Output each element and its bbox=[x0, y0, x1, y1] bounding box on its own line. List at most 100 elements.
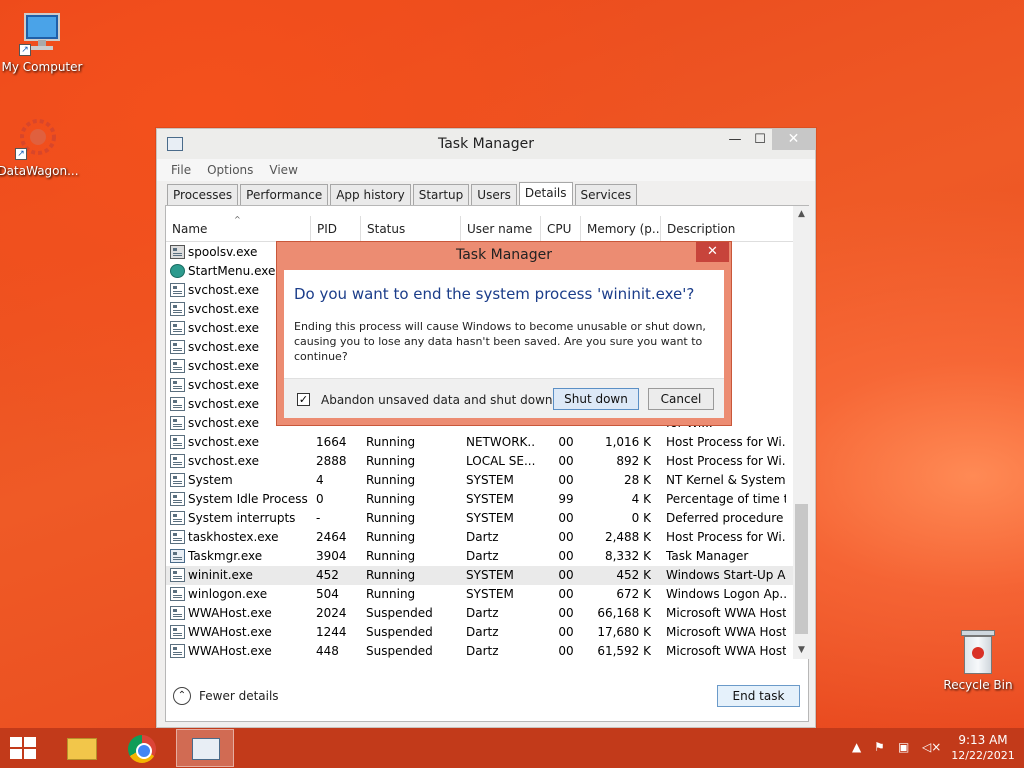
table-row[interactable]: svchost.exe 1664 Running NETWORK... 00 1,016 … bbox=[166, 433, 793, 452]
clock-date: 12/22/2021 bbox=[951, 749, 1015, 762]
process-cpu: 99 bbox=[558, 492, 574, 506]
process-description: Windows Logon Ap... bbox=[666, 587, 786, 601]
vertical-scrollbar[interactable]: ▲ ▼ bbox=[793, 206, 810, 659]
start-button[interactable] bbox=[10, 737, 38, 761]
process-pid: 3904 bbox=[316, 549, 347, 563]
scroll-up-icon[interactable]: ▲ bbox=[793, 206, 810, 223]
network-icon[interactable]: ▣ bbox=[898, 740, 909, 754]
process-cpu: 00 bbox=[558, 530, 574, 544]
process-icon bbox=[170, 587, 185, 601]
monitor-icon: ↗ bbox=[19, 10, 65, 56]
title-bar[interactable]: Task Manager — ☐ ✕ bbox=[157, 129, 815, 159]
checkbox-label[interactable]: Abandon unsaved data and shut down. bbox=[321, 393, 556, 407]
column-header-pid[interactable]: PID bbox=[311, 216, 361, 242]
show-hidden-icons-icon[interactable]: ▲ bbox=[852, 740, 861, 754]
process-memory: 0 K bbox=[631, 511, 651, 525]
tab-users[interactable]: Users bbox=[471, 184, 517, 205]
process-description: Task Manager bbox=[666, 549, 749, 563]
tab-details[interactable]: Details bbox=[518, 182, 573, 206]
process-icon bbox=[170, 302, 185, 316]
table-row[interactable]: taskhostex.exe 2464 Running Dartz 00 2,488 K H… bbox=[166, 528, 793, 547]
process-description: Host Process for Wi... bbox=[666, 454, 786, 468]
process-memory: 17,680 K bbox=[597, 625, 651, 639]
taskbar-task-manager[interactable] bbox=[176, 729, 234, 767]
process-memory: 61,592 K bbox=[597, 644, 651, 658]
dialog-body: Do you want to end the system process 'w… bbox=[284, 270, 724, 418]
menu-file[interactable]: File bbox=[171, 163, 191, 177]
table-row[interactable]: wininit.exe 452 Running SYSTEM 00 452 K Window… bbox=[166, 566, 793, 585]
process-description: Microsoft WWA Host bbox=[666, 625, 786, 639]
taskbar-chrome[interactable] bbox=[114, 729, 172, 767]
shortcut-arrow-icon: ↗ bbox=[19, 44, 31, 56]
process-pid: 448 bbox=[316, 644, 339, 658]
desktop-icon-datawagon[interactable]: ↗ DataWagon... bbox=[0, 114, 80, 178]
tab-processes[interactable]: Processes bbox=[167, 184, 239, 205]
desktop-icon-my-computer[interactable]: ↗ My Computer bbox=[0, 10, 84, 74]
taskbar-file-explorer[interactable] bbox=[52, 729, 110, 767]
process-description: Host Process for Wi... bbox=[666, 435, 786, 449]
process-status: Running bbox=[366, 492, 416, 506]
column-header-name[interactable]: ^ Name bbox=[166, 216, 311, 242]
menu-view[interactable]: View bbox=[269, 163, 297, 177]
cancel-button[interactable]: Cancel bbox=[648, 388, 714, 410]
process-name: winlogon.exe bbox=[188, 587, 268, 601]
column-header-cpu[interactable]: CPU bbox=[541, 216, 581, 242]
process-description: Microsoft WWA Host bbox=[666, 644, 786, 658]
process-description: Microsoft WWA Host bbox=[666, 606, 786, 620]
action-center-flag-icon[interactable]: ⚑ bbox=[874, 740, 885, 754]
process-pid: 504 bbox=[316, 587, 339, 601]
process-status: Running bbox=[366, 511, 416, 525]
column-header-memory[interactable]: Memory (p... bbox=[581, 216, 661, 242]
process-icon bbox=[170, 492, 185, 506]
process-cpu: 00 bbox=[558, 644, 574, 658]
table-row[interactable]: System Idle Process 0 Running SYSTEM 99 4 K Pe… bbox=[166, 490, 793, 509]
table-row[interactable]: System 4 Running SYSTEM 00 28 K NT Kernel & Sy… bbox=[166, 471, 793, 490]
process-icon bbox=[170, 473, 185, 487]
process-memory: 8,332 K bbox=[604, 549, 651, 563]
shut-down-button[interactable]: Shut down bbox=[553, 388, 639, 410]
column-header-description[interactable]: Description bbox=[661, 216, 793, 242]
process-icon bbox=[170, 530, 185, 544]
tab-performance[interactable]: Performance bbox=[240, 184, 329, 205]
process-cpu: 00 bbox=[558, 568, 574, 582]
globe-icon bbox=[170, 264, 185, 278]
table-row[interactable]: winlogon.exe 504 Running SYSTEM 00 672 K Windo… bbox=[166, 585, 793, 604]
process-icon bbox=[170, 378, 185, 392]
scroll-down-icon[interactable]: ▼ bbox=[793, 642, 810, 659]
menu-options[interactable]: Options bbox=[207, 163, 253, 177]
process-name: WWAHost.exe bbox=[188, 625, 272, 639]
table-row[interactable]: WWAHost.exe 448 Suspended Dartz 00 61,592 K Mi… bbox=[166, 642, 793, 661]
maximize-button[interactable]: ☐ bbox=[747, 129, 773, 150]
task-manager-icon bbox=[170, 549, 185, 563]
minimize-button[interactable]: — bbox=[722, 129, 748, 150]
window-title: Task Manager bbox=[437, 136, 535, 152]
end-task-button[interactable]: End task bbox=[717, 685, 800, 707]
tab-startup[interactable]: Startup bbox=[412, 184, 470, 205]
process-user: Dartz bbox=[466, 644, 499, 658]
volume-muted-icon[interactable]: ◁× bbox=[922, 740, 941, 754]
tab-app-history[interactable]: App history bbox=[330, 184, 411, 205]
process-icon bbox=[170, 359, 185, 373]
dialog-close-button[interactable]: ✕ bbox=[696, 242, 729, 262]
system-clock[interactable]: 9:13 AM 12/22/2021 bbox=[948, 733, 1018, 763]
scrollbar-thumb[interactable] bbox=[795, 504, 808, 634]
dialog-footer: ✓ Abandon unsaved data and shut down. Sh… bbox=[284, 378, 724, 418]
process-memory: 1,016 K bbox=[604, 435, 651, 449]
fewer-details-toggle[interactable]: ⌃ Fewer details bbox=[173, 687, 279, 705]
table-row[interactable]: WWAHost.exe 2024 Suspended Dartz 00 66,168 K M… bbox=[166, 604, 793, 623]
process-name: Taskmgr.exe bbox=[188, 549, 263, 563]
process-name: System bbox=[188, 473, 233, 487]
column-header-user-name[interactable]: User name bbox=[461, 216, 541, 242]
menu-bar: File Options View bbox=[157, 159, 815, 181]
table-row[interactable]: System interrupts - Running SYSTEM 00 0 K Defe… bbox=[166, 509, 793, 528]
tab-services[interactable]: Services bbox=[574, 184, 638, 205]
table-row[interactable]: Taskmgr.exe 3904 Running Dartz 00 8,332 K Task… bbox=[166, 547, 793, 566]
close-button[interactable]: ✕ bbox=[772, 129, 815, 150]
abandon-data-checkbox[interactable]: ✓ bbox=[297, 393, 310, 406]
desktop-icon-recycle-bin[interactable]: Recycle Bin bbox=[940, 630, 1016, 692]
table-row[interactable]: svchost.exe 2888 Running LOCAL SE... 00 892 K… bbox=[166, 452, 793, 471]
table-row[interactable]: WWAHost.exe 1244 Suspended Dartz 00 17,680 K M… bbox=[166, 623, 793, 642]
taskbar: ▲ ⚑ ▣ ◁× 9:13 AM 12/22/2021 bbox=[0, 728, 1024, 768]
column-header-status[interactable]: Status bbox=[361, 216, 461, 242]
process-user: Dartz bbox=[466, 549, 499, 563]
